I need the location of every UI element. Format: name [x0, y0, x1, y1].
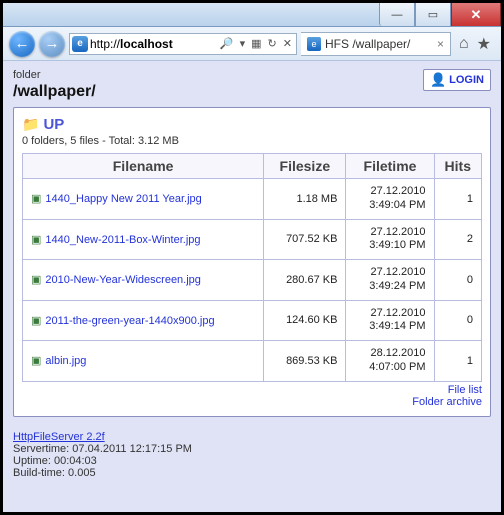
servertime: Servertime: 07.04.2011 12:17:15 PM: [13, 443, 491, 455]
page-body: 👤 LOGIN folder /wallpaper/ 📁 UP 0 folder…: [3, 61, 501, 512]
refresh-icon[interactable]: ↻: [266, 37, 279, 50]
image-icon: ▣: [31, 355, 41, 367]
ie-icon: e: [72, 36, 88, 52]
folder-stats: 0 folders, 5 files - Total: 3.12 MB: [22, 135, 482, 147]
file-size: 869.53 KB: [264, 341, 346, 382]
file-link[interactable]: ▣2010-New-Year-Widescreen.jpg: [23, 260, 264, 301]
footer: HttpFileServer 2.2f Servertime: 07.04.20…: [13, 431, 491, 479]
maximize-button[interactable]: ▭: [415, 3, 451, 26]
col-filetime[interactable]: Filetime: [346, 154, 434, 179]
file-size: 707.52 KB: [264, 219, 346, 260]
file-time: 27.12.20103:49:10 PM: [346, 219, 434, 260]
file-time: 27.12.20103:49:24 PM: [346, 260, 434, 301]
table-row: ▣2010-New-Year-Widescreen.jpg280.67 KB27…: [23, 260, 482, 301]
image-icon: ▣: [31, 234, 41, 246]
tab-title: HFS /wallpaper/: [325, 37, 433, 51]
address-bar[interactable]: e http://localhost 🔎 ▾ ▦ ↻ ✕: [69, 33, 297, 55]
back-button[interactable]: ←: [9, 31, 35, 57]
up-link[interactable]: UP: [43, 116, 64, 133]
folder-archive-link[interactable]: Folder archive: [22, 396, 482, 408]
search-icon[interactable]: 🔎: [218, 37, 236, 50]
uptime: Uptime: 00:04:03: [13, 455, 491, 467]
user-icon: 👤: [430, 72, 446, 88]
buildtime: Build-time: 0.005: [13, 467, 491, 479]
file-hits: 2: [434, 219, 481, 260]
file-hits: 1: [434, 341, 481, 382]
login-button[interactable]: 👤 LOGIN: [423, 69, 491, 91]
stop-icon[interactable]: ✕: [281, 37, 294, 50]
tab-close-icon[interactable]: ×: [437, 37, 444, 51]
dropdown-icon[interactable]: ▾: [238, 37, 248, 50]
browser-nav: ← → e http://localhost 🔎 ▾ ▦ ↻ ✕ e HFS /…: [3, 27, 501, 61]
file-size: 124.60 KB: [264, 300, 346, 341]
file-hits: 0: [434, 260, 481, 301]
file-list-link[interactable]: File list: [22, 384, 482, 396]
image-icon: ▣: [31, 315, 41, 327]
file-table: Filename Filesize Filetime Hits ▣1440_Ha…: [22, 153, 482, 382]
file-time: 28.12.20104:07:00 PM: [346, 341, 434, 382]
file-listing-card: 📁 UP 0 folders, 5 files - Total: 3.12 MB…: [13, 107, 491, 417]
table-row: ▣1440_Happy New 2011 Year.jpg1.18 MB27.1…: [23, 179, 482, 220]
close-button[interactable]: ✕: [451, 3, 501, 26]
file-link[interactable]: ▣albin.jpg: [23, 341, 264, 382]
file-size: 280.67 KB: [264, 260, 346, 301]
forward-button[interactable]: →: [39, 31, 65, 57]
image-icon: ▣: [31, 274, 41, 286]
file-hits: 0: [434, 300, 481, 341]
file-time: 27.12.20103:49:04 PM: [346, 179, 434, 220]
home-icon[interactable]: ⌂: [459, 35, 469, 53]
file-time: 27.12.20103:49:14 PM: [346, 300, 434, 341]
page-title: /wallpaper/: [13, 83, 491, 101]
image-icon: ▣: [31, 193, 41, 205]
file-link[interactable]: ▣1440_Happy New 2011 Year.jpg: [23, 179, 264, 220]
col-filesize[interactable]: Filesize: [264, 154, 346, 179]
file-size: 1.18 MB: [264, 179, 346, 220]
file-link[interactable]: ▣1440_New-2011-Box-Winter.jpg: [23, 219, 264, 260]
file-link[interactable]: ▣2011-the-green-year-1440x900.jpg: [23, 300, 264, 341]
server-name[interactable]: HttpFileServer 2.2f: [13, 431, 105, 443]
favorites-icon[interactable]: ★: [477, 34, 491, 54]
url-text: http://localhost: [90, 37, 216, 51]
browser-tab[interactable]: e HFS /wallpaper/ ×: [301, 32, 451, 56]
login-label: LOGIN: [449, 74, 484, 86]
col-filename[interactable]: Filename: [23, 154, 264, 179]
tab-favicon: e: [307, 37, 321, 51]
up-folder-icon: 📁: [22, 116, 39, 133]
table-row: ▣1440_New-2011-Box-Winter.jpg707.52 KB27…: [23, 219, 482, 260]
window-titlebar: — ▭ ✕: [3, 3, 501, 27]
table-row: ▣2011-the-green-year-1440x900.jpg124.60 …: [23, 300, 482, 341]
col-hits[interactable]: Hits: [434, 154, 481, 179]
file-hits: 1: [434, 179, 481, 220]
breadcrumb: folder: [13, 69, 491, 81]
compat-icon[interactable]: ▦: [249, 37, 263, 50]
minimize-button[interactable]: —: [379, 3, 415, 26]
table-row: ▣albin.jpg869.53 KB28.12.20104:07:00 PM1: [23, 341, 482, 382]
